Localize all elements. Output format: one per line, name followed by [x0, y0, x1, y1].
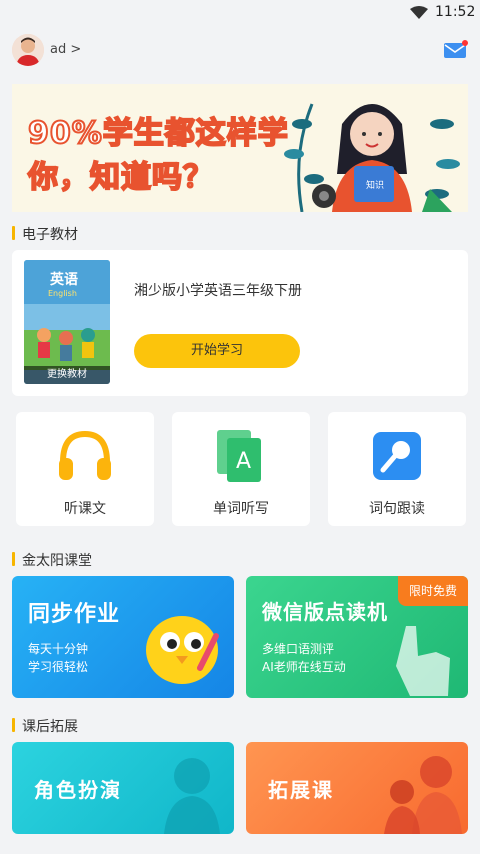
svg-text:A: A — [236, 449, 251, 474]
girl-reading-illustration: 知识 — [284, 103, 460, 212]
status-bar: 11:52 — [0, 0, 480, 26]
card-title: 拓展课 — [268, 778, 334, 802]
tool-label: 单词听写 — [213, 501, 269, 517]
tool-word-dictation[interactable]: A 单词听写 — [172, 412, 310, 526]
book-text: 知识 — [366, 179, 384, 191]
card-line1: 每天十分钟 — [28, 642, 89, 656]
headphones-icon — [59, 430, 111, 480]
section-title-ebook: 电子教材 — [12, 224, 78, 244]
promo-banner[interactable]: 90%学生都这样学 你，知道吗？ 知识 — [12, 84, 468, 212]
microphone-icon — [373, 432, 421, 480]
mother-child-illustration — [384, 756, 462, 834]
user-name-link[interactable]: ad > — [50, 42, 81, 57]
role-play-card[interactable]: 角色扮演 — [12, 742, 234, 834]
card-title: 同步作业 — [28, 602, 121, 627]
tool-label: 听课文 — [64, 501, 106, 517]
card-line2: AI老师在线互动 — [262, 660, 346, 674]
limited-free-badge: 限时免费 — [398, 576, 468, 606]
tool-listen-text[interactable]: 听课文 — [16, 412, 154, 526]
tool-label: 词句跟读 — [369, 501, 425, 517]
letter-card-icon: A — [217, 430, 261, 482]
girl-illustration — [164, 758, 220, 834]
avatar[interactable] — [12, 34, 44, 66]
wifi-icon — [410, 6, 428, 19]
pointing-hand-illustration — [396, 626, 450, 696]
extension-class-card[interactable]: 拓展课 — [246, 742, 468, 834]
yellow-bird-mascot — [146, 616, 219, 684]
book-cover-en: English — [48, 289, 77, 298]
book-cover-title: 英语 — [49, 271, 78, 288]
card-title: 角色扮演 — [34, 778, 122, 802]
section-title-after-class: 课后拓展 — [12, 716, 78, 736]
tool-sentence-follow[interactable]: 词句跟读 — [328, 412, 466, 526]
status-time: 11:52 — [435, 4, 476, 20]
textbook-name: 湘少版小学英语三年级下册 — [134, 283, 302, 299]
banner-subline: 你，知道吗？ — [27, 159, 214, 196]
wechat-reader-card[interactable]: 微信版点读机 多维口语测评 AI老师在线互动 限时免费 — [246, 576, 468, 698]
banner-headline: 90%学生都这样学 — [27, 115, 289, 152]
change-textbook-button[interactable]: 更换教材 — [24, 366, 110, 384]
card-line1: 多维口语测评 — [262, 642, 335, 656]
header: ad > — [0, 28, 480, 72]
start-learning-button[interactable]: 开始学习 — [134, 334, 300, 368]
card-title: 微信版点读机 — [262, 600, 388, 624]
avatar-icon — [12, 34, 44, 66]
section-title-sun-class: 金太阳课堂 — [12, 550, 92, 570]
textbook-card: 英语 English 更换教材 湘少版小学英语三年级下册 开始学习 — [12, 250, 468, 396]
card-line2: 学习很轻松 — [28, 660, 89, 674]
book-cover[interactable]: 英语 English 更换教材 — [24, 260, 110, 384]
sync-homework-card[interactable]: 同步作业 每天十分钟 学习很轻松 — [12, 576, 234, 698]
mail-icon[interactable] — [444, 40, 468, 58]
